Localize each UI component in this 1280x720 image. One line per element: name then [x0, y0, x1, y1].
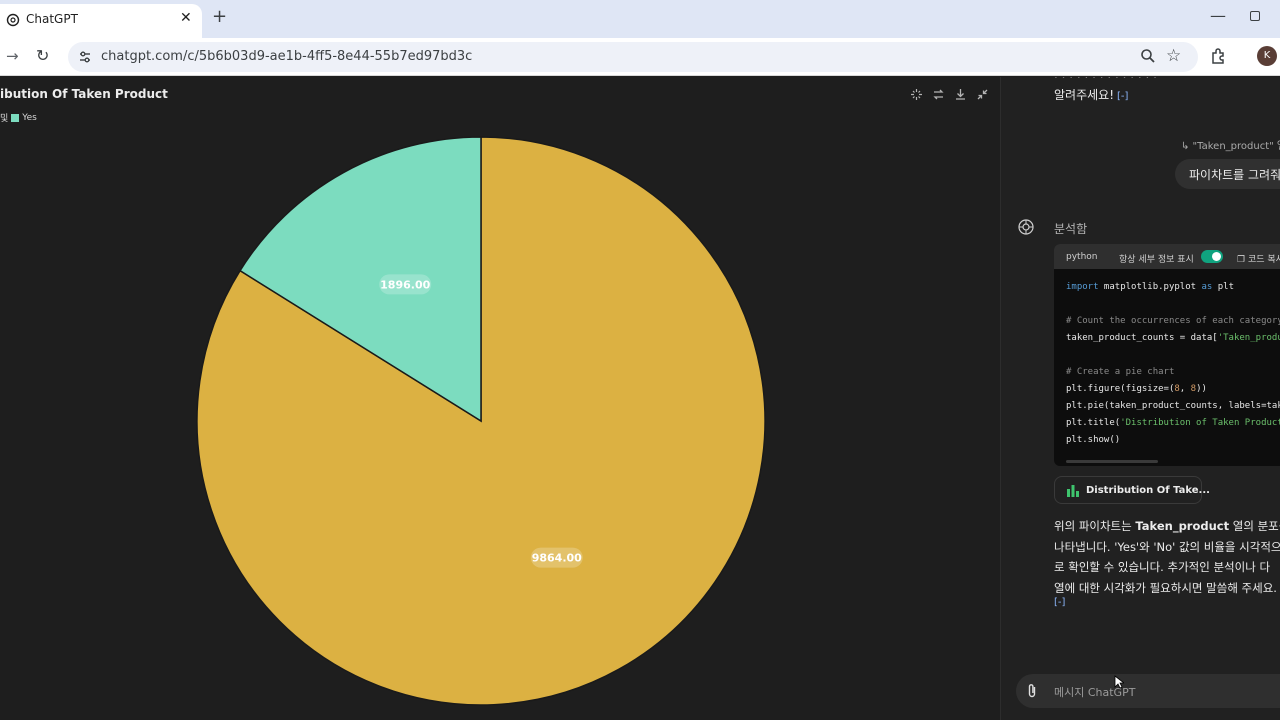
- assistant-answer: 위의 파이차트는 Taken_product 열의 분포를 나타냅니다. 'Ye…: [1054, 516, 1280, 598]
- code-token: as: [1201, 282, 1213, 292]
- prev-message-cut: · · · · · · · · · · · · · ·: [1054, 77, 1157, 84]
- bar-chart-icon: [1067, 485, 1079, 497]
- code-token: ,: [1179, 384, 1191, 394]
- code-comment: # Create a pie chart: [1066, 367, 1175, 377]
- code-token: plt.figure(figsize=(: [1066, 384, 1175, 394]
- message-composer[interactable]: 메시지 ChatGPT: [1016, 674, 1280, 708]
- code-content: import matplotlib.pyplot as plt # Count …: [1066, 279, 1280, 449]
- chat-panel: · · · · · · · · · · · · · · 알려주세요! [-] ↳ …: [1001, 77, 1280, 720]
- citation-marker[interactable]: [-]: [1117, 91, 1128, 102]
- code-token: plt.pie(taken_product_counts, labels=tak…: [1066, 401, 1280, 411]
- address-bar[interactable]: chatgpt.com/c/5b6b03d9-ae1b-4ff5-8e44-55…: [68, 42, 1198, 72]
- assistant-prev-message: 알려주세요! [-]: [1054, 86, 1128, 103]
- chart-attachment-chip[interactable]: Distribution Of Take...: [1054, 476, 1210, 504]
- answer-line: 나타냅니다. 'Yes'와 'No' 값의 비율을 시각적으: [1054, 539, 1280, 554]
- chatgpt-logo-icon: [1018, 219, 1034, 235]
- url-text[interactable]: chatgpt.com/c/5b6b03d9-ae1b-4ff5-8e44-55…: [101, 49, 472, 64]
- pie-label-text: 1896.00: [380, 278, 430, 291]
- profile-avatar[interactable]: K: [1257, 46, 1277, 66]
- code-comment: # Count the occurrences of each category: [1066, 316, 1280, 326]
- browser-tabbar: ChatGPT ✕ + —: [0, 0, 1280, 38]
- answer-text: 열의 분포를: [1232, 519, 1280, 533]
- copy-code-label: 코드 복사: [1247, 255, 1280, 265]
- browser-toolbar: → ↻ chatgpt.com/c/5b6b03d9-ae1b-4ff5-8e4…: [0, 38, 1280, 76]
- answer-line: 열에 대한 시각화가 필요하시면 말씀해 주세요.: [1054, 580, 1277, 595]
- code-token: import: [1066, 282, 1099, 292]
- new-tab-icon[interactable]: +: [212, 6, 227, 27]
- answer-citation-marker[interactable]: [-]: [1054, 597, 1065, 608]
- tab-title: ChatGPT: [26, 12, 78, 26]
- zoom-icon[interactable]: [1140, 48, 1156, 64]
- pie-chart: 9864.00 1896.00: [196, 136, 766, 706]
- code-language: python: [1066, 252, 1098, 262]
- prev-message-text: 알려주세요!: [1054, 88, 1115, 102]
- answer-line: 로 확인할 수 있습니다. 추가적인 분석이나 다: [1054, 560, 1271, 574]
- chart-panel: ibution Of Taken Product 및 Yes 9864.00 18…: [0, 77, 1000, 720]
- quoted-reference: ↳ "Taken_product" 열: [1181, 141, 1280, 152]
- show-details-toggle[interactable]: [1201, 250, 1223, 263]
- chatgpt-favicon-icon: [6, 13, 20, 27]
- minimize-icon[interactable]: —: [1210, 6, 1226, 25]
- chart-chip-label: Distribution Of Take...: [1086, 485, 1210, 496]
- code-token: matplotlib.pyplot: [1098, 282, 1202, 292]
- pie-label-text: 9864.00: [532, 552, 582, 565]
- code-token: plt: [1212, 282, 1234, 292]
- pie-label-yes: 1896.00: [379, 274, 432, 295]
- code-token: plt.show(): [1066, 435, 1121, 445]
- copy-code-button[interactable]: ❐ 코드 복사: [1237, 252, 1280, 265]
- code-header: python 항상 세부 정보 표시 ❐ 코드 복사: [1054, 244, 1280, 269]
- reload-icon[interactable]: ↻: [36, 46, 49, 65]
- code-token: taken_product_counts = data[: [1066, 333, 1218, 343]
- restore-window-icon[interactable]: [1250, 11, 1260, 21]
- site-settings-icon[interactable]: [78, 50, 92, 64]
- extensions-icon[interactable]: [1210, 47, 1228, 65]
- code-scrollbar[interactable]: [1066, 460, 1158, 463]
- code-token: )): [1196, 384, 1207, 394]
- attach-icon[interactable]: [1025, 683, 1039, 699]
- tab-close-icon[interactable]: ✕: [180, 10, 192, 26]
- answer-text: 위의 파이차트는: [1054, 519, 1136, 533]
- analysis-status[interactable]: 분석함: [1054, 220, 1087, 237]
- mouse-cursor-icon: [1114, 675, 1124, 689]
- code-string: 'Taken_product': [1217, 333, 1280, 343]
- answer-bold: Taken_product: [1135, 519, 1230, 533]
- bookmark-star-icon[interactable]: ☆: [1166, 46, 1181, 66]
- show-details-label: 항상 세부 정보 표시: [1119, 255, 1194, 265]
- forward-icon[interactable]: →: [6, 47, 19, 65]
- pie-label-no: 9864.00: [530, 547, 583, 568]
- browser-tab[interactable]: ChatGPT ✕: [0, 4, 202, 38]
- code-block: python 항상 세부 정보 표시 ❐ 코드 복사 import matplo…: [1054, 244, 1280, 466]
- code-token: plt.title(: [1066, 418, 1121, 428]
- user-message: 파이차트를 그려줘: [1175, 159, 1280, 189]
- code-string: 'Distribution of Taken Product': [1120, 418, 1280, 428]
